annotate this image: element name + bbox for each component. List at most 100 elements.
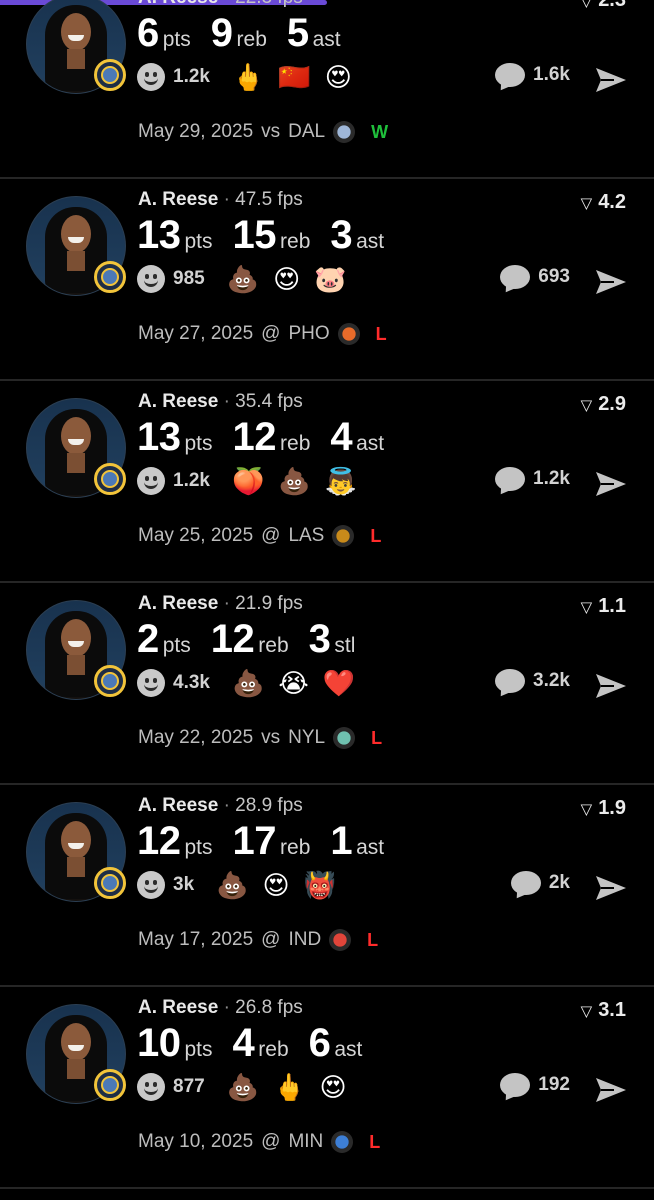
stat-value: 5 — [286, 11, 309, 55]
game-date: May 22, 2025 — [138, 727, 254, 748]
stat-line: 13 pts 12 reb 4 ast — [137, 415, 384, 460]
post-card[interactable]: A. Reese · 26.8 fps ▽ 3.1 10 pts 4 reb 6 ast… — [0, 987, 654, 1189]
post-headline: A. Reese · 35.4 fps — [138, 391, 303, 412]
fps-value: 21.9 fps — [235, 593, 303, 614]
comments-button[interactable]: 693 — [500, 265, 570, 289]
reaction-count: 4.3k — [173, 672, 210, 693]
react-smiley-icon[interactable] — [137, 669, 165, 697]
stat-value: 6 — [137, 11, 159, 55]
stat-value: 13 — [137, 415, 181, 459]
game-info: May 27, 2025 @ PHO L — [138, 323, 387, 345]
game-info: May 17, 2025 @ IND L — [138, 929, 378, 951]
reaction-emoji[interactable]: 🖕 — [232, 63, 264, 91]
reaction-emoji[interactable]: 😍 — [325, 63, 352, 91]
game-info: May 22, 2025 vs NYL L — [138, 727, 382, 749]
opponent-logo-icon — [332, 525, 355, 547]
comment-bubble-icon — [495, 467, 526, 491]
player-name[interactable]: A. Reese — [138, 593, 218, 614]
reactions-row: 3k 💩 😍 👹 — [137, 871, 336, 899]
react-smiley-icon[interactable] — [137, 871, 165, 899]
stat-label: reb — [280, 230, 311, 253]
score-value: 1.1 — [598, 595, 626, 617]
reaction-emoji[interactable]: 💩 — [216, 871, 248, 899]
score-indicator: ▽ 2.3 — [581, 0, 626, 12]
post-card[interactable]: A. Reese · 21.9 fps ▽ 1.1 2 pts 12 reb 3 stl… — [0, 583, 654, 785]
comment-bubble-icon — [510, 871, 541, 895]
stat-label: ast — [312, 28, 341, 51]
reactions-row: 1.2k 🖕 🇨🇳 😍 — [137, 63, 352, 91]
comments-button[interactable]: 1.2k — [495, 467, 570, 491]
team-badge-icon — [94, 867, 126, 899]
opponent-abbr[interactable]: DAL — [288, 121, 325, 143]
player-name[interactable]: A. Reese — [138, 391, 218, 412]
opponent-abbr[interactable]: PHO — [288, 323, 329, 345]
react-smiley-icon[interactable] — [137, 63, 165, 91]
share-icon[interactable] — [594, 874, 628, 902]
post-feed[interactable]: A. Reese · 22.3 fps ▽2.3 6pts 9reb 5ast … — [0, 0, 654, 1189]
comments-button[interactable]: 1.6k — [495, 63, 570, 87]
team-badge-icon — [94, 1069, 126, 1101]
reaction-emoji[interactable]: 😍 — [273, 265, 300, 293]
react-smiley-icon[interactable] — [137, 467, 165, 495]
opponent-logo-icon — [329, 929, 352, 951]
reaction-emoji[interactable]: 👹 — [304, 871, 336, 899]
reaction-emoji[interactable]: 🍑 — [232, 467, 264, 495]
player-name[interactable]: A. Reese — [138, 997, 218, 1018]
stat-value: 13 — [137, 213, 181, 257]
reaction-emoji[interactable]: 🖕 — [273, 1073, 305, 1101]
score-indicator: ▽ 2.9 — [581, 393, 626, 416]
opponent-abbr[interactable]: NYL — [288, 727, 325, 749]
reaction-emoji[interactable]: 💩 — [278, 467, 310, 495]
venue-indicator: @ — [261, 323, 281, 344]
share-icon[interactable] — [594, 470, 628, 498]
post-card[interactable]: A. Reese · 47.5 fps ▽ 4.2 13 pts 15 reb 3 as… — [0, 179, 654, 381]
venue-indicator: @ — [261, 525, 281, 546]
share-icon[interactable] — [594, 1076, 628, 1104]
opponent-logo-icon — [331, 1131, 354, 1153]
filter-icon: ▽ — [580, 1002, 593, 1020]
reactions-row: 4.3k 💩 😭 ❤️ — [137, 669, 355, 697]
reaction-emoji[interactable]: 😍 — [319, 1073, 346, 1101]
reaction-emoji[interactable]: 💩 — [232, 669, 264, 697]
react-smiley-icon[interactable] — [137, 1073, 165, 1101]
comments-button[interactable]: 192 — [500, 1073, 570, 1097]
react-smiley-icon[interactable] — [137, 265, 165, 293]
reaction-emoji[interactable]: 💩 — [227, 1073, 259, 1101]
reaction-emoji[interactable]: 💩 — [227, 265, 259, 293]
fps-value: 22.3 fps — [235, 0, 303, 8]
share-icon[interactable] — [594, 268, 628, 296]
game-date: May 25, 2025 — [138, 525, 254, 546]
stat-line: 13 pts 15 reb 3 ast — [137, 213, 384, 258]
reaction-emoji[interactable]: ❤️ — [323, 669, 355, 697]
share-icon[interactable] — [594, 672, 628, 700]
score-value: 3.1 — [598, 999, 626, 1021]
reaction-emoji[interactable]: 🇨🇳 — [278, 63, 310, 91]
comments-button[interactable]: 3.2k — [495, 669, 570, 693]
post-headline: A. Reese · 21.9 fps — [138, 593, 303, 614]
reaction-emoji[interactable]: 👼 — [325, 467, 357, 495]
reaction-emoji[interactable]: 😭 — [278, 669, 308, 697]
stat-label: ast — [334, 1038, 363, 1061]
comment-count: 192 — [538, 1074, 570, 1095]
opponent-abbr[interactable]: IND — [288, 929, 321, 951]
post-card[interactable]: A. Reese · 28.9 fps ▽ 1.9 12 pts 17 reb 1 as… — [0, 785, 654, 987]
player-name[interactable]: A. Reese — [138, 795, 218, 816]
opponent-abbr[interactable]: MIN — [288, 1131, 323, 1153]
post-card[interactable]: A. Reese · 35.4 fps ▽ 2.9 13 pts 12 reb 4 as… — [0, 381, 654, 583]
stat-value: 3 — [330, 213, 353, 257]
comments-button[interactable]: 2k — [510, 871, 570, 895]
post-card[interactable]: A. Reese · 22.3 fps ▽2.3 6pts 9reb 5ast … — [0, 0, 654, 179]
reaction-emoji[interactable]: 🐷 — [314, 265, 346, 293]
game-info: May 25, 2025 @ LAS L — [138, 525, 381, 547]
share-icon[interactable] — [594, 66, 628, 94]
fps-value: 28.9 fps — [235, 795, 303, 816]
stat-label: reb — [258, 634, 289, 657]
stat-value: 15 — [232, 213, 277, 257]
team-badge-icon — [94, 665, 126, 697]
opponent-abbr[interactable]: LAS — [288, 525, 324, 547]
player-name[interactable]: A. Reese — [138, 0, 218, 8]
game-result: L — [370, 525, 382, 546]
comment-bubble-icon — [500, 265, 531, 289]
player-name[interactable]: A. Reese — [138, 189, 218, 210]
reaction-emoji[interactable]: 😍 — [263, 871, 290, 899]
